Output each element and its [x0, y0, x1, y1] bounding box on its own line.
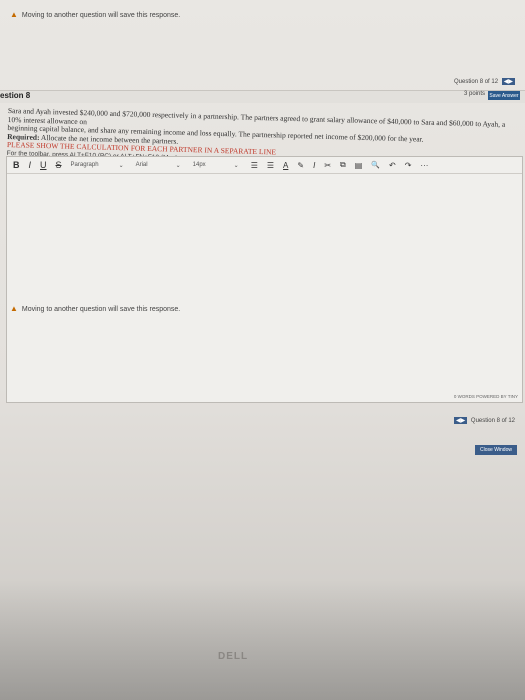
question-total: 12 [491, 79, 499, 85]
question-header-bar [0, 90, 525, 103]
italic-button[interactable]: I [29, 160, 32, 170]
bullet-list-icon[interactable]: ☰ [251, 161, 258, 170]
chevron-down-icon: ⌄ [118, 162, 124, 169]
question-title: estion 8 [0, 91, 31, 100]
underline-button[interactable]: U [40, 160, 47, 170]
highlight-icon[interactable]: ✎ [297, 161, 304, 170]
bold-button[interactable]: B [13, 160, 20, 170]
paragraph-select[interactable]: Paragraph ⌄ [71, 162, 136, 169]
chevron-down-icon: ⌄ [233, 162, 239, 169]
dell-logo: DELL [218, 651, 249, 662]
question-of: of [484, 79, 490, 85]
paste-icon[interactable]: ▤ [355, 161, 363, 170]
font-select-value: Arial [135, 162, 148, 168]
question-nav-bottom: ◀▶ Question 8 of 12 [454, 417, 515, 424]
editor-content-area[interactable] [7, 174, 522, 384]
question-total: 12 [508, 418, 515, 424]
font-size-select[interactable]: 14px ⌄ [193, 162, 251, 169]
paragraph-select-value: Paragraph [70, 162, 99, 168]
font-size-select-value: 14px [192, 162, 206, 168]
cut-icon[interactable]: ✂ [324, 161, 331, 170]
font-select[interactable]: Arial ⌄ [136, 162, 193, 169]
strikethrough-button[interactable]: S [56, 160, 62, 170]
save-warning-text: Moving to another question will save thi… [21, 12, 181, 19]
editor-status: 0 WORDS POWERED BY TINY [453, 394, 518, 399]
close-window-button[interactable]: Close Window [475, 445, 517, 455]
save-warning: ▲ Moving to another question will save t… [10, 10, 180, 19]
question-points: 3 points [463, 91, 485, 97]
screen-bezel-shadow [0, 580, 525, 700]
question-nav-arrows[interactable]: ◀▶ [501, 78, 515, 85]
chevron-down-icon: ⌄ [175, 162, 181, 169]
save-warning-text: Moving to another question will save thi… [21, 306, 181, 313]
answer-editor: B I U S Paragraph ⌄ Arial ⌄ 14px ⌄ ☰ ☰ A… [6, 156, 523, 403]
question-nav-arrows[interactable]: ◀▶ [454, 417, 468, 424]
numbered-list-icon[interactable]: ☰ [267, 161, 274, 170]
question-label: Question [470, 418, 495, 424]
save-warning-bottom: ▲ Moving to another question will save t… [10, 304, 180, 313]
more-icon[interactable]: ··· [420, 161, 428, 170]
question-of: of [501, 418, 507, 424]
undo-icon[interactable]: ↶ [389, 161, 396, 170]
question-nav-top: Question 8 of 12 ◀▶ [454, 78, 515, 85]
redo-icon[interactable]: ↷ [405, 161, 412, 170]
question-current: 8 [496, 418, 500, 424]
copy-icon[interactable]: ⧉ [340, 160, 346, 170]
editor-toolbar: B I U S Paragraph ⌄ Arial ⌄ 14px ⌄ ☰ ☰ A… [7, 157, 522, 174]
search-icon[interactable]: 🔍 [371, 161, 380, 169]
question-current: 8 [479, 79, 484, 85]
question-label: Question [454, 79, 479, 85]
screen: ▲ Moving to another question will save t… [0, 0, 525, 700]
warning-icon: ▲ [10, 10, 18, 19]
clear-format-icon[interactable]: I [313, 161, 315, 170]
save-answer-button[interactable]: Save Answer [488, 91, 520, 100]
warning-icon: ▲ [10, 304, 18, 313]
text-color-icon[interactable]: A [283, 161, 288, 170]
